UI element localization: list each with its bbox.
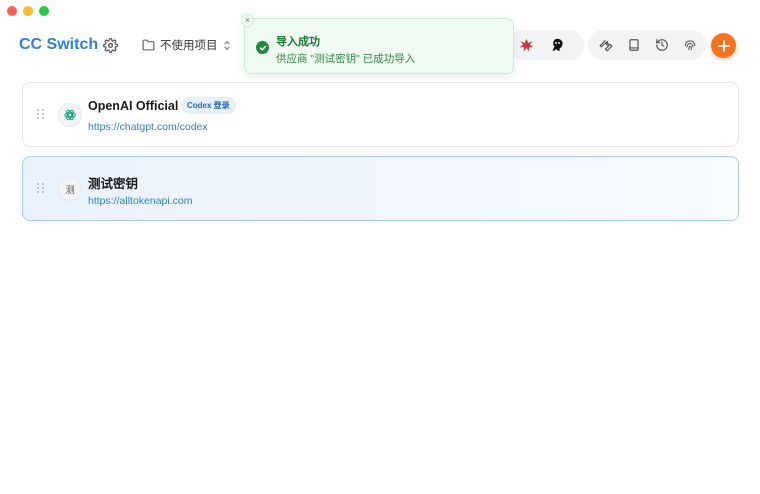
wrench-icon[interactable]	[597, 37, 614, 54]
drag-handle-icon[interactable]	[37, 109, 45, 119]
success-toast: × 导入成功 供应商 "测试密钥" 已成功导入	[241, 14, 514, 74]
app-switcher	[508, 30, 584, 60]
maximize-window-button[interactable]	[39, 6, 49, 16]
project-label: 不使用项目	[160, 40, 218, 52]
close-window-button[interactable]	[7, 6, 17, 16]
codex-icon[interactable]	[549, 37, 566, 54]
minimize-window-button[interactable]	[23, 6, 33, 16]
openai-icon	[58, 103, 82, 127]
gear-icon[interactable]	[103, 38, 118, 53]
provider-name: 测试密钥	[88, 177, 139, 191]
app-title: CC Switch	[19, 36, 99, 53]
provider-avatar: 测	[58, 177, 82, 201]
drag-handle-icon[interactable]	[37, 183, 45, 193]
provider-card-test-key[interactable]: 测 测试密钥 https://alltokenapi.com	[22, 156, 739, 221]
window-controls	[7, 6, 49, 16]
project-selector[interactable]: 不使用项目	[142, 37, 231, 53]
provider-name: OpenAI Official	[88, 99, 179, 113]
book-icon[interactable]	[625, 37, 642, 54]
history-icon[interactable]	[653, 37, 670, 54]
app-window: CC Switch 不使用项目 × 导入成功 供应商 "测试密钥" 已成功导入 …	[0, 0, 760, 494]
check-circle-icon	[256, 41, 269, 54]
folder-icon	[142, 39, 155, 51]
toast-message: 供应商 "测试密钥" 已成功导入	[276, 53, 416, 65]
provider-card-openai[interactable]: OpenAI Official Codex 登录 https://chatgpt…	[22, 82, 739, 147]
claude-icon[interactable]	[518, 37, 535, 54]
add-provider-button[interactable]	[711, 33, 736, 58]
fingerprint-icon[interactable]	[681, 37, 698, 54]
chevron-updown-icon	[223, 40, 231, 51]
provider-url-link[interactable]: https://chatgpt.com/codex	[88, 121, 208, 133]
toast-title: 导入成功	[276, 36, 320, 48]
toast-close-button[interactable]: ×	[241, 14, 254, 27]
provider-url-link[interactable]: https://alltokenapi.com	[88, 195, 192, 207]
tools-toolbar	[588, 30, 706, 60]
codex-login-badge: Codex 登录	[181, 97, 236, 114]
